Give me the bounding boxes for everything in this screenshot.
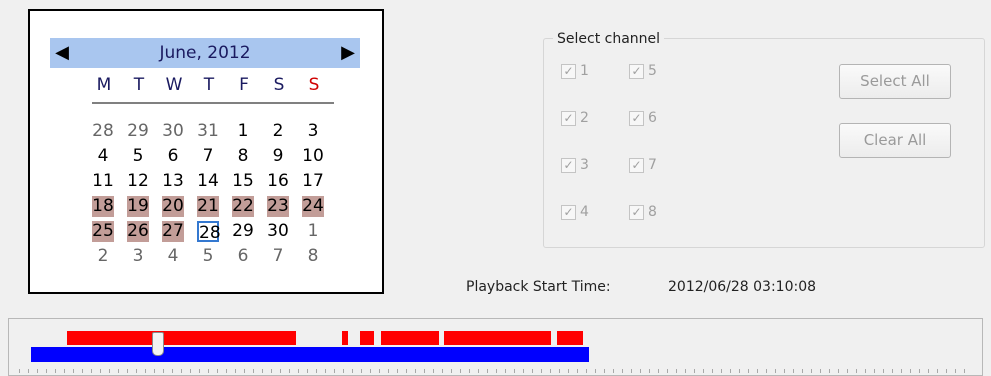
checkmark-icon: ✓ xyxy=(561,204,576,220)
day-cell[interactable]: 30 xyxy=(267,221,289,242)
channel-checkbox-label: 8 xyxy=(648,204,657,220)
day-cell[interactable]: 3 xyxy=(127,246,149,267)
timeline-range-bar xyxy=(31,347,589,362)
day-cell[interactable]: 2 xyxy=(92,246,114,267)
day-cell[interactable]: 6 xyxy=(162,146,184,167)
day-cell[interactable]: 12 xyxy=(127,171,149,192)
select-all-button[interactable]: Select All xyxy=(839,64,951,99)
day-cell[interactable]: 29 xyxy=(127,121,149,142)
day-cell[interactable]: 8 xyxy=(302,246,324,267)
channel-checkbox[interactable]: ✓ 2 xyxy=(561,110,589,126)
channel-checkbox[interactable]: ✓ 3 xyxy=(561,157,589,173)
weekday-header: M TWT F S S xyxy=(93,75,333,97)
day-cell[interactable]: 20 xyxy=(162,196,184,217)
recording-segment xyxy=(381,331,439,345)
day-cell[interactable]: 11 xyxy=(92,171,114,192)
day-cell[interactable]: 6 xyxy=(232,246,254,267)
day-cell[interactable]: 2 xyxy=(267,121,289,142)
channel-checkbox[interactable]: ✓ 5 xyxy=(629,63,657,79)
day-cell[interactable]: 31 xyxy=(197,121,219,142)
day-cell[interactable]: 1 xyxy=(232,121,254,142)
checkmark-icon: ✓ xyxy=(629,110,644,126)
checkmark-icon: ✓ xyxy=(561,63,576,79)
playback-start-value: 2012/06/28 03:10:08 xyxy=(668,279,817,295)
channel-checkbox-label: 5 xyxy=(648,63,657,79)
day-cell[interactable]: 4 xyxy=(92,146,114,167)
recording-segment xyxy=(67,331,296,345)
channel-checkbox[interactable]: ✓ 6 xyxy=(629,110,657,126)
day-cell[interactable]: 7 xyxy=(197,146,219,167)
month-title: June, 2012 xyxy=(159,43,251,63)
day-cell[interactable]: 17 xyxy=(302,171,324,192)
checkmark-icon: ✓ xyxy=(561,157,576,173)
channel-checkbox-label: 3 xyxy=(580,157,589,173)
selected-day-cell[interactable]: 28 xyxy=(197,221,221,243)
day-cell[interactable]: 13 xyxy=(162,171,184,192)
day-cell[interactable]: 28 xyxy=(92,121,114,142)
recording-segment xyxy=(342,331,348,345)
recording-segment xyxy=(557,331,583,345)
day-cell[interactable]: 8 xyxy=(232,146,254,167)
day-cell[interactable]: 5 xyxy=(127,146,149,167)
day-cell[interactable]: 26 xyxy=(127,221,149,242)
day-cell[interactable]: 4 xyxy=(162,246,184,267)
checkmark-icon: ✓ xyxy=(629,157,644,173)
playback-timeline[interactable] xyxy=(8,318,983,376)
timeline-ticks xyxy=(19,369,972,373)
weekday-label: F xyxy=(239,75,249,95)
day-cell[interactable]: 7 xyxy=(267,246,289,267)
weekday-label: W xyxy=(165,75,183,95)
channel-checkbox[interactable]: ✓ 4 xyxy=(561,204,589,220)
weekday-label: S xyxy=(273,75,285,95)
channel-checkbox-label: 4 xyxy=(580,204,589,220)
recording-segment xyxy=(444,331,551,345)
day-cell[interactable]: 14 xyxy=(197,171,219,192)
clear-all-button[interactable]: Clear All xyxy=(839,123,951,158)
channel-checkbox[interactable]: ✓ 1 xyxy=(561,63,589,79)
checkmark-icon: ✓ xyxy=(561,110,576,126)
day-cell[interactable]: 1 xyxy=(302,221,324,242)
day-cell[interactable]: 23 xyxy=(267,196,289,217)
weekday-label: S xyxy=(308,75,320,95)
day-cell[interactable]: 21 xyxy=(197,196,219,217)
playback-start-label: Playback Start Time: xyxy=(466,279,611,295)
weekday-label: T xyxy=(133,75,145,95)
day-cell[interactable]: 9 xyxy=(267,146,289,167)
day-cell[interactable]: 27 xyxy=(162,221,184,242)
day-cell[interactable]: 24 xyxy=(302,196,324,217)
recording-segment xyxy=(360,331,374,345)
slider-thumb-icon[interactable] xyxy=(152,332,164,356)
weekday-label: T xyxy=(203,75,215,95)
day-cell[interactable]: 25 xyxy=(92,221,114,242)
checkmark-icon: ✓ xyxy=(629,63,644,79)
day-cell[interactable]: 29 xyxy=(232,221,254,242)
calendar-header: ◀ June, 2012 ▶ xyxy=(50,38,360,68)
weekday-label: M xyxy=(96,75,112,95)
day-cell[interactable]: 30 xyxy=(162,121,184,142)
channel-checkbox-label: 6 xyxy=(648,110,657,126)
checkmark-icon: ✓ xyxy=(629,204,644,220)
day-cell[interactable]: 10 xyxy=(302,146,324,167)
channel-checkbox[interactable]: ✓ 8 xyxy=(629,204,657,220)
channel-group-title: Select channel xyxy=(553,31,665,47)
calendar-divider xyxy=(92,102,334,104)
channel-checkbox-label: 2 xyxy=(580,110,589,126)
day-cell[interactable]: 18 xyxy=(92,196,114,217)
day-cell[interactable]: 19 xyxy=(127,196,149,217)
channel-checkbox-label: 7 xyxy=(648,157,657,173)
day-cell[interactable]: 16 xyxy=(267,171,289,192)
date-calendar: ◀ June, 2012 ▶ MTWTFSS 28 29 30 31 1 2 3 4 5 6 7 8 9… xyxy=(28,9,384,294)
day-cell[interactable]: 15 xyxy=(232,171,254,192)
channel-checkbox[interactable]: ✓ 7 xyxy=(629,157,657,173)
day-cell[interactable]: 5 xyxy=(197,246,219,267)
triangle-right-icon[interactable]: ▶ xyxy=(336,38,360,68)
channel-checkbox-label: 1 xyxy=(580,63,589,79)
day-cell[interactable]: 22 xyxy=(232,196,254,217)
day-cell[interactable]: 3 xyxy=(302,121,324,142)
